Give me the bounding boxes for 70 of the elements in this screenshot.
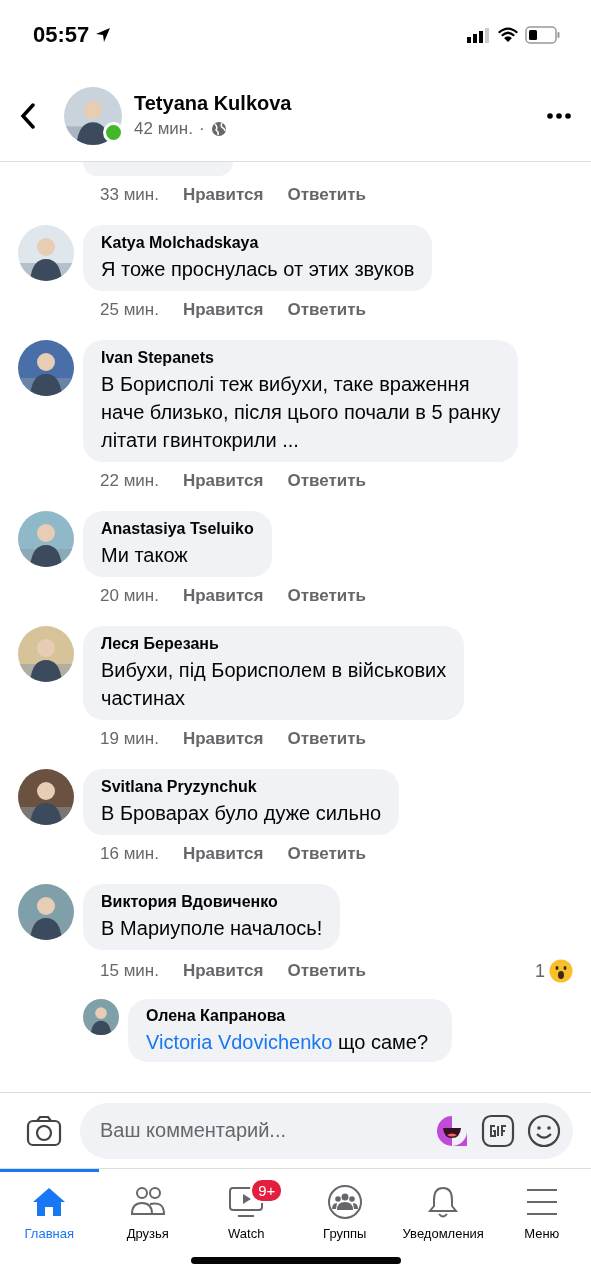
comment-text: Ми також	[101, 543, 189, 568]
comment-time: 33 мин.	[100, 185, 159, 205]
avatar	[18, 225, 74, 281]
author-name[interactable]: Tetyana Kulkova	[134, 92, 292, 115]
reply-link[interactable]: Ответить	[287, 729, 366, 749]
like-link[interactable]: Нравится	[182, 844, 264, 864]
avatar	[18, 340, 74, 396]
surprised-emoji-icon[interactable]	[549, 959, 573, 983]
comment-time: 25 мин.	[100, 300, 159, 320]
reply-link[interactable]: Ответить	[287, 185, 366, 205]
avatar-sticker-icon[interactable]	[435, 1113, 469, 1148]
reply-link[interactable]: Ответить	[287, 961, 366, 981]
camera-icon[interactable]	[26, 1114, 62, 1147]
avatar	[18, 769, 74, 825]
nav-tab[interactable]: Главная	[0, 1169, 99, 1247]
nav-tab[interactable]: Группы	[295, 1169, 394, 1247]
comment-time: 16 мин.	[100, 844, 159, 864]
comment-text: Victoria Vdovichenko що саме?	[146, 1030, 428, 1055]
nav-tab[interactable]: Друзья	[98, 1169, 197, 1247]
comment-time: 15 мин.	[100, 961, 159, 981]
comment-author[interactable]: Олена Капранова	[146, 1007, 428, 1025]
wifi-icon	[497, 27, 519, 43]
emoji-icon[interactable]	[527, 1113, 561, 1148]
more-icon[interactable]	[547, 112, 571, 119]
avatar	[83, 999, 119, 1035]
clock: 05:57	[33, 22, 90, 48]
avatar	[18, 511, 74, 567]
comment-text: В Борисполі теж вибухи, таке враження наче близько, після цього почали в 5 ранку літати гвинтокрили ...	[101, 372, 501, 453]
comment-time: 19 мин.	[100, 729, 159, 749]
nav-tab[interactable]: Watch 9+	[197, 1169, 296, 1247]
comment-author[interactable]: Katya Molchadskaya	[101, 234, 415, 252]
comment-text: Вибухи, під Борисполем в військових частинах	[101, 658, 447, 711]
like-link[interactable]: Нравится	[182, 185, 264, 205]
comment-author[interactable]: Svitlana Pryzynchuk	[101, 778, 382, 796]
comment-field[interactable]: Ваш комментарий...	[98, 1118, 423, 1143]
comment-text: В Броварах було дуже сильно	[101, 801, 382, 826]
like-link[interactable]: Нравится	[182, 729, 264, 749]
gif-icon[interactable]	[481, 1113, 515, 1148]
notification-badge: 9+	[250, 1178, 284, 1203]
like-link[interactable]: Нравится	[182, 300, 264, 320]
back-icon[interactable]	[20, 102, 36, 129]
reply-link[interactable]: Ответить	[287, 586, 366, 606]
reply-link[interactable]: Ответить	[287, 471, 366, 491]
comment-author[interactable]: Виктория Вдовиченко	[101, 893, 323, 911]
comment-box[interactable]: Ваш комментарий...	[80, 1102, 573, 1159]
nav-tab[interactable]: Уведомления	[394, 1169, 493, 1247]
separator-dot: ·	[198, 119, 205, 139]
battery-icon	[525, 26, 561, 44]
like-link[interactable]: Нравится	[182, 471, 264, 491]
avatar	[18, 626, 74, 682]
like-link[interactable]: Нравится	[182, 961, 264, 981]
comment-text: В Мариуполе началось!	[101, 916, 323, 941]
reply-link[interactable]: Ответить	[287, 844, 366, 864]
mention-link[interactable]: Victoria Vdovichenko	[146, 1031, 333, 1053]
comment-text: Я тоже проснулась от этих звуков	[101, 257, 415, 282]
globe-icon	[210, 121, 227, 137]
comment-time: 20 мин.	[100, 586, 159, 606]
group-icon	[326, 1184, 363, 1220]
comment-author[interactable]: Ivan Stepanets	[101, 349, 501, 367]
location-arrow-icon	[95, 27, 112, 43]
signal-icon	[467, 27, 491, 43]
reply-link[interactable]: Ответить	[287, 300, 366, 320]
comment-time: 22 мин.	[100, 471, 159, 491]
comment-author[interactable]: Anastasiya Tseluiko	[101, 520, 254, 538]
post-time: 42 мин.	[134, 119, 193, 139]
like-link[interactable]: Нравится	[182, 586, 264, 606]
comment-author[interactable]: Леся Березань	[101, 635, 447, 653]
nav-tab[interactable]: Меню	[492, 1169, 591, 1247]
reaction-count: 1	[535, 960, 545, 982]
avatar	[18, 884, 74, 940]
